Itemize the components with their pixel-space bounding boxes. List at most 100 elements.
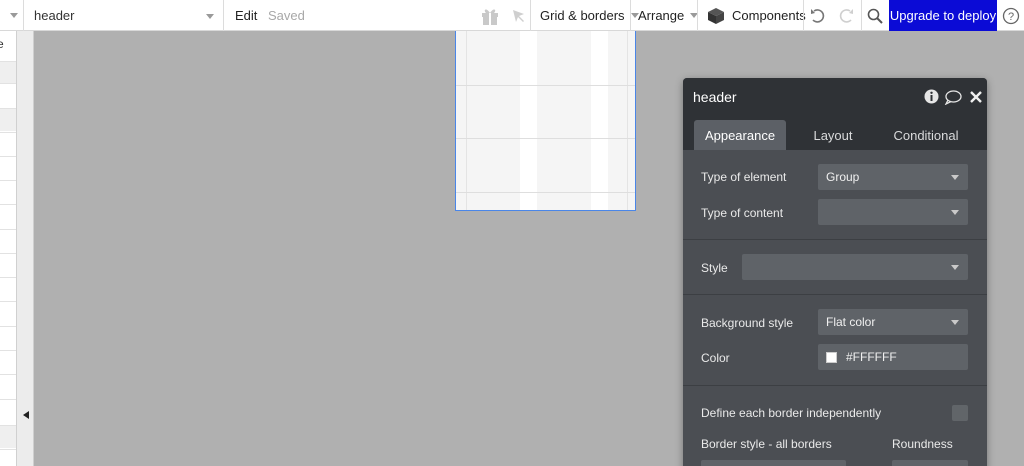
divider — [0, 132, 16, 133]
grid-row-line — [456, 192, 635, 193]
divider — [630, 0, 631, 31]
redo-button[interactable] — [837, 0, 855, 31]
undo-icon — [811, 8, 825, 23]
section-divider — [683, 239, 987, 240]
top-toolbar: header Edit Saved Grid & borders Arrange — [0, 0, 1024, 31]
tab-conditional[interactable]: Conditional — [879, 120, 973, 150]
divider — [0, 229, 16, 230]
divider — [0, 108, 16, 109]
divider — [0, 449, 16, 450]
grid-borders-menu[interactable]: Grid & borders — [540, 0, 639, 31]
panel-tabs: Appearance Layout Conditional — [683, 116, 987, 150]
page-selector-value: header — [34, 8, 75, 23]
grid-column — [591, 31, 608, 210]
type-of-element-select[interactable]: Group — [818, 164, 968, 190]
type-of-element-label: Type of element — [701, 170, 787, 184]
tree-row — [0, 109, 16, 131]
chevron-down-icon — [951, 210, 959, 215]
collapse-sidebar-bar[interactable] — [17, 31, 34, 466]
page-selector[interactable]: header — [34, 0, 218, 31]
components-button[interactable]: Components — [707, 0, 806, 31]
panel-header[interactable]: header — [683, 78, 987, 116]
divider — [0, 399, 16, 400]
caret-down-icon — [10, 13, 18, 18]
divider — [0, 277, 16, 278]
divider — [697, 0, 698, 31]
type-of-element-value: Group — [826, 170, 860, 184]
type-of-content-select[interactable] — [818, 199, 968, 225]
background-style-value: Flat color — [826, 315, 876, 329]
divider — [0, 204, 16, 205]
grid-borders-label: Grid & borders — [540, 8, 625, 23]
help-button[interactable]: ? — [1002, 0, 1020, 31]
border-style-label: Border style - all borders — [701, 437, 832, 451]
saved-label: Saved — [268, 8, 305, 23]
chevron-down-icon — [951, 320, 959, 325]
tab-label: Appearance — [704, 127, 776, 143]
style-label: Style — [701, 261, 728, 275]
color-picker[interactable]: #FFFFFF — [818, 344, 968, 370]
roundness-input[interactable] — [892, 460, 968, 466]
grid-row-line — [456, 85, 635, 86]
divider — [530, 0, 531, 31]
grid-line — [627, 31, 628, 210]
search-button[interactable] — [867, 0, 883, 31]
chevron-down-icon — [206, 14, 214, 19]
tab-label: Layout — [813, 127, 853, 143]
divider — [23, 0, 24, 31]
section-divider — [683, 294, 987, 295]
color-swatch[interactable] — [826, 351, 837, 363]
divider — [0, 350, 16, 351]
cube-icon — [708, 7, 724, 24]
style-select[interactable] — [742, 254, 968, 280]
close-icon[interactable] — [970, 91, 982, 103]
gift-button[interactable] — [480, 0, 500, 31]
caret-left-icon — [23, 411, 29, 419]
edit-label: Edit — [235, 8, 258, 23]
comment-icon[interactable] — [944, 90, 962, 105]
divider — [0, 253, 16, 254]
info-icon[interactable] — [924, 89, 939, 104]
divider — [0, 374, 16, 375]
divider — [0, 180, 16, 181]
divider — [0, 156, 16, 157]
tree-row — [0, 61, 16, 83]
roundness-label: Roundness — [892, 437, 953, 451]
color-value: #FFFFFF — [846, 350, 897, 364]
border-style-select[interactable] — [701, 460, 846, 466]
undo-button[interactable] — [809, 0, 827, 31]
pointer-button[interactable] — [512, 0, 526, 31]
elements-tree-panel: e — [0, 31, 17, 466]
divider — [0, 301, 16, 302]
section-divider — [683, 385, 987, 386]
panel-toggle-caret[interactable] — [10, 0, 18, 31]
divider — [0, 425, 16, 426]
chevron-down-icon — [951, 265, 959, 270]
clipped-label: e — [0, 37, 4, 51]
type-of-content-label: Type of content — [701, 206, 784, 220]
background-style-select[interactable]: Flat color — [818, 309, 968, 335]
tab-appearance[interactable]: Appearance — [694, 120, 786, 150]
define-borders-checkbox[interactable] — [952, 405, 968, 421]
tab-layout[interactable]: Layout — [793, 120, 873, 150]
background-style-label: Background style — [701, 316, 794, 330]
upgrade-to-deploy-button[interactable]: Upgrade to deploy — [889, 0, 997, 31]
grid-line — [466, 31, 467, 210]
gift-icon — [482, 9, 498, 25]
help-icon: ? — [1002, 7, 1020, 24]
divider — [0, 61, 16, 62]
grid-column — [520, 31, 537, 210]
tree-row — [0, 426, 16, 448]
svg-text:?: ? — [1008, 11, 1014, 23]
property-editor-panel[interactable]: header Appearance Layout Conditional Typ… — [683, 78, 987, 466]
arrange-label: Arrange — [638, 8, 685, 23]
canvas-page[interactable] — [455, 31, 636, 211]
components-label: Components — [732, 8, 806, 23]
arrange-menu[interactable]: Arrange — [638, 0, 699, 31]
search-icon — [867, 8, 883, 24]
chevron-down-icon — [951, 175, 959, 180]
edit-tab[interactable]: Edit — [235, 0, 257, 31]
tab-label: Conditional — [893, 127, 959, 143]
saved-status: Saved — [268, 0, 305, 31]
divider — [223, 0, 224, 31]
